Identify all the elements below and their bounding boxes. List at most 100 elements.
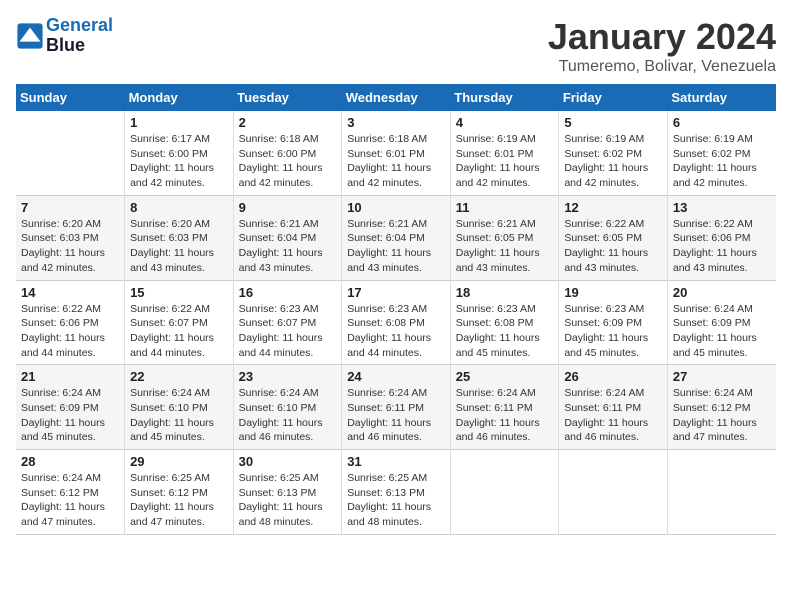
day-number: 2 <box>239 115 337 130</box>
calendar-cell: 7 Sunrise: 6:20 AM Sunset: 6:03 PM Daylig… <box>16 195 125 280</box>
day-number: 10 <box>347 200 445 215</box>
day-number: 23 <box>239 369 337 384</box>
weekday-header: Thursday <box>450 84 559 111</box>
day-number: 20 <box>673 285 771 300</box>
calendar-cell: 18 Sunrise: 6:23 AM Sunset: 6:08 PM Dayli… <box>450 280 559 365</box>
calendar-cell: 13Sunrise: 6:22 AM Sunset: 6:06 PM Dayli… <box>667 195 776 280</box>
weekday-header: Tuesday <box>233 84 342 111</box>
day-info: Sunrise: 6:25 AM Sunset: 6:12 PM Dayligh… <box>130 471 228 530</box>
calendar-cell: 31 Sunrise: 6:25 AM Sunset: 6:13 PM Dayli… <box>342 450 451 535</box>
calendar-cell: 24 Sunrise: 6:24 AM Sunset: 6:11 PM Dayli… <box>342 365 451 450</box>
calendar-cell <box>667 450 776 535</box>
day-number: 3 <box>347 115 445 130</box>
calendar-cell: 20Sunrise: 6:24 AM Sunset: 6:09 PM Dayli… <box>667 280 776 365</box>
day-number: 18 <box>456 285 554 300</box>
day-number: 26 <box>564 369 662 384</box>
day-info: Sunrise: 6:21 AM Sunset: 6:04 PM Dayligh… <box>239 217 337 276</box>
calendar-week-row: 28 Sunrise: 6:24 AM Sunset: 6:12 PM Dayli… <box>16 450 776 535</box>
logo-icon <box>16 22 44 50</box>
day-number: 30 <box>239 454 337 469</box>
calendar-cell <box>450 450 559 535</box>
day-info: Sunrise: 6:20 AM Sunset: 6:03 PM Dayligh… <box>21 217 119 276</box>
day-number: 27 <box>673 369 771 384</box>
calendar-cell: 3Sunrise: 6:18 AM Sunset: 6:01 PM Daylig… <box>342 111 451 195</box>
day-number: 29 <box>130 454 228 469</box>
day-number: 8 <box>130 200 228 215</box>
calendar-cell: 11 Sunrise: 6:21 AM Sunset: 6:05 PM Dayli… <box>450 195 559 280</box>
day-number: 1 <box>130 115 228 130</box>
calendar-cell: 27 Sunrise: 6:24 AM Sunset: 6:12 PM Dayli… <box>667 365 776 450</box>
calendar-cell: 17 Sunrise: 6:23 AM Sunset: 6:08 PM Dayli… <box>342 280 451 365</box>
calendar-cell: 12 Sunrise: 6:22 AM Sunset: 6:05 PM Dayli… <box>559 195 668 280</box>
calendar-cell <box>559 450 668 535</box>
day-info: Sunrise: 6:21 AM Sunset: 6:05 PM Dayligh… <box>456 217 554 276</box>
day-number: 12 <box>564 200 662 215</box>
day-number: 28 <box>21 454 119 469</box>
weekday-header: Wednesday <box>342 84 451 111</box>
calendar-cell: 28 Sunrise: 6:24 AM Sunset: 6:12 PM Dayli… <box>16 450 125 535</box>
day-number: 31 <box>347 454 445 469</box>
calendar-week-row: 7 Sunrise: 6:20 AM Sunset: 6:03 PM Daylig… <box>16 195 776 280</box>
day-info: Sunrise: 6:24 AM Sunset: 6:09 PM Dayligh… <box>21 386 119 445</box>
day-info: Sunrise: 6:24 AM Sunset: 6:12 PM Dayligh… <box>673 386 771 445</box>
calendar-cell <box>16 111 125 195</box>
logo: General Blue <box>16 16 113 56</box>
day-number: 9 <box>239 200 337 215</box>
day-info: Sunrise: 6:24 AM Sunset: 6:11 PM Dayligh… <box>347 386 445 445</box>
calendar-cell: 16Sunrise: 6:23 AM Sunset: 6:07 PM Dayli… <box>233 280 342 365</box>
calendar-cell: 29 Sunrise: 6:25 AM Sunset: 6:12 PM Dayli… <box>125 450 234 535</box>
day-number: 15 <box>130 285 228 300</box>
day-number: 24 <box>347 369 445 384</box>
calendar-cell: 1 Sunrise: 6:17 AM Sunset: 6:00 PM Daylig… <box>125 111 234 195</box>
calendar-week-row: 1 Sunrise: 6:17 AM Sunset: 6:00 PM Daylig… <box>16 111 776 195</box>
calendar-cell: 5 Sunrise: 6:19 AM Sunset: 6:02 PM Daylig… <box>559 111 668 195</box>
day-info: Sunrise: 6:20 AM Sunset: 6:03 PM Dayligh… <box>130 217 228 276</box>
day-info: Sunrise: 6:21 AM Sunset: 6:04 PM Dayligh… <box>347 217 445 276</box>
calendar-cell: 23Sunrise: 6:24 AM Sunset: 6:10 PM Dayli… <box>233 365 342 450</box>
calendar-cell: 9 Sunrise: 6:21 AM Sunset: 6:04 PM Daylig… <box>233 195 342 280</box>
day-info: Sunrise: 6:23 AM Sunset: 6:08 PM Dayligh… <box>456 302 554 361</box>
calendar-cell: 2 Sunrise: 6:18 AM Sunset: 6:00 PM Daylig… <box>233 111 342 195</box>
page-header: General Blue January 2024 Tumeremo, Boli… <box>16 16 776 76</box>
day-info: Sunrise: 6:17 AM Sunset: 6:00 PM Dayligh… <box>130 132 228 191</box>
weekday-header-row: SundayMondayTuesdayWednesdayThursdayFrid… <box>16 84 776 111</box>
day-info: Sunrise: 6:19 AM Sunset: 6:01 PM Dayligh… <box>456 132 554 191</box>
calendar-cell: 10 Sunrise: 6:21 AM Sunset: 6:04 PM Dayli… <box>342 195 451 280</box>
day-info: Sunrise: 6:18 AM Sunset: 6:00 PM Dayligh… <box>239 132 337 191</box>
day-number: 16 <box>239 285 337 300</box>
calendar-cell: 4Sunrise: 6:19 AM Sunset: 6:01 PM Daylig… <box>450 111 559 195</box>
calendar-cell: 15 Sunrise: 6:22 AM Sunset: 6:07 PM Dayli… <box>125 280 234 365</box>
day-info: Sunrise: 6:22 AM Sunset: 6:05 PM Dayligh… <box>564 217 662 276</box>
day-number: 19 <box>564 285 662 300</box>
day-info: Sunrise: 6:24 AM Sunset: 6:12 PM Dayligh… <box>21 471 119 530</box>
day-number: 5 <box>564 115 662 130</box>
day-info: Sunrise: 6:24 AM Sunset: 6:11 PM Dayligh… <box>456 386 554 445</box>
day-number: 21 <box>21 369 119 384</box>
day-info: Sunrise: 6:22 AM Sunset: 6:07 PM Dayligh… <box>130 302 228 361</box>
day-number: 11 <box>456 200 554 215</box>
day-info: Sunrise: 6:19 AM Sunset: 6:02 PM Dayligh… <box>564 132 662 191</box>
day-info: Sunrise: 6:23 AM Sunset: 6:09 PM Dayligh… <box>564 302 662 361</box>
calendar-cell: 25 Sunrise: 6:24 AM Sunset: 6:11 PM Dayli… <box>450 365 559 450</box>
day-info: Sunrise: 6:25 AM Sunset: 6:13 PM Dayligh… <box>239 471 337 530</box>
day-info: Sunrise: 6:22 AM Sunset: 6:06 PM Dayligh… <box>21 302 119 361</box>
calendar-subtitle: Tumeremo, Bolivar, Venezuela <box>548 58 776 76</box>
day-info: Sunrise: 6:23 AM Sunset: 6:08 PM Dayligh… <box>347 302 445 361</box>
day-number: 7 <box>21 200 119 215</box>
weekday-header: Sunday <box>16 84 125 111</box>
day-number: 22 <box>130 369 228 384</box>
calendar-cell: 19 Sunrise: 6:23 AM Sunset: 6:09 PM Dayli… <box>559 280 668 365</box>
calendar-cell: 8 Sunrise: 6:20 AM Sunset: 6:03 PM Daylig… <box>125 195 234 280</box>
day-number: 17 <box>347 285 445 300</box>
weekday-header: Saturday <box>667 84 776 111</box>
day-info: Sunrise: 6:22 AM Sunset: 6:06 PM Dayligh… <box>673 217 771 276</box>
title-block: January 2024 Tumeremo, Bolivar, Venezuel… <box>548 16 776 76</box>
calendar-cell: 21 Sunrise: 6:24 AM Sunset: 6:09 PM Dayli… <box>16 365 125 450</box>
day-number: 25 <box>456 369 554 384</box>
day-info: Sunrise: 6:24 AM Sunset: 6:10 PM Dayligh… <box>130 386 228 445</box>
calendar-cell: 14Sunrise: 6:22 AM Sunset: 6:06 PM Dayli… <box>16 280 125 365</box>
day-info: Sunrise: 6:25 AM Sunset: 6:13 PM Dayligh… <box>347 471 445 530</box>
weekday-header: Monday <box>125 84 234 111</box>
calendar-cell: 6Sunrise: 6:19 AM Sunset: 6:02 PM Daylig… <box>667 111 776 195</box>
calendar-cell: 26Sunrise: 6:24 AM Sunset: 6:11 PM Dayli… <box>559 365 668 450</box>
